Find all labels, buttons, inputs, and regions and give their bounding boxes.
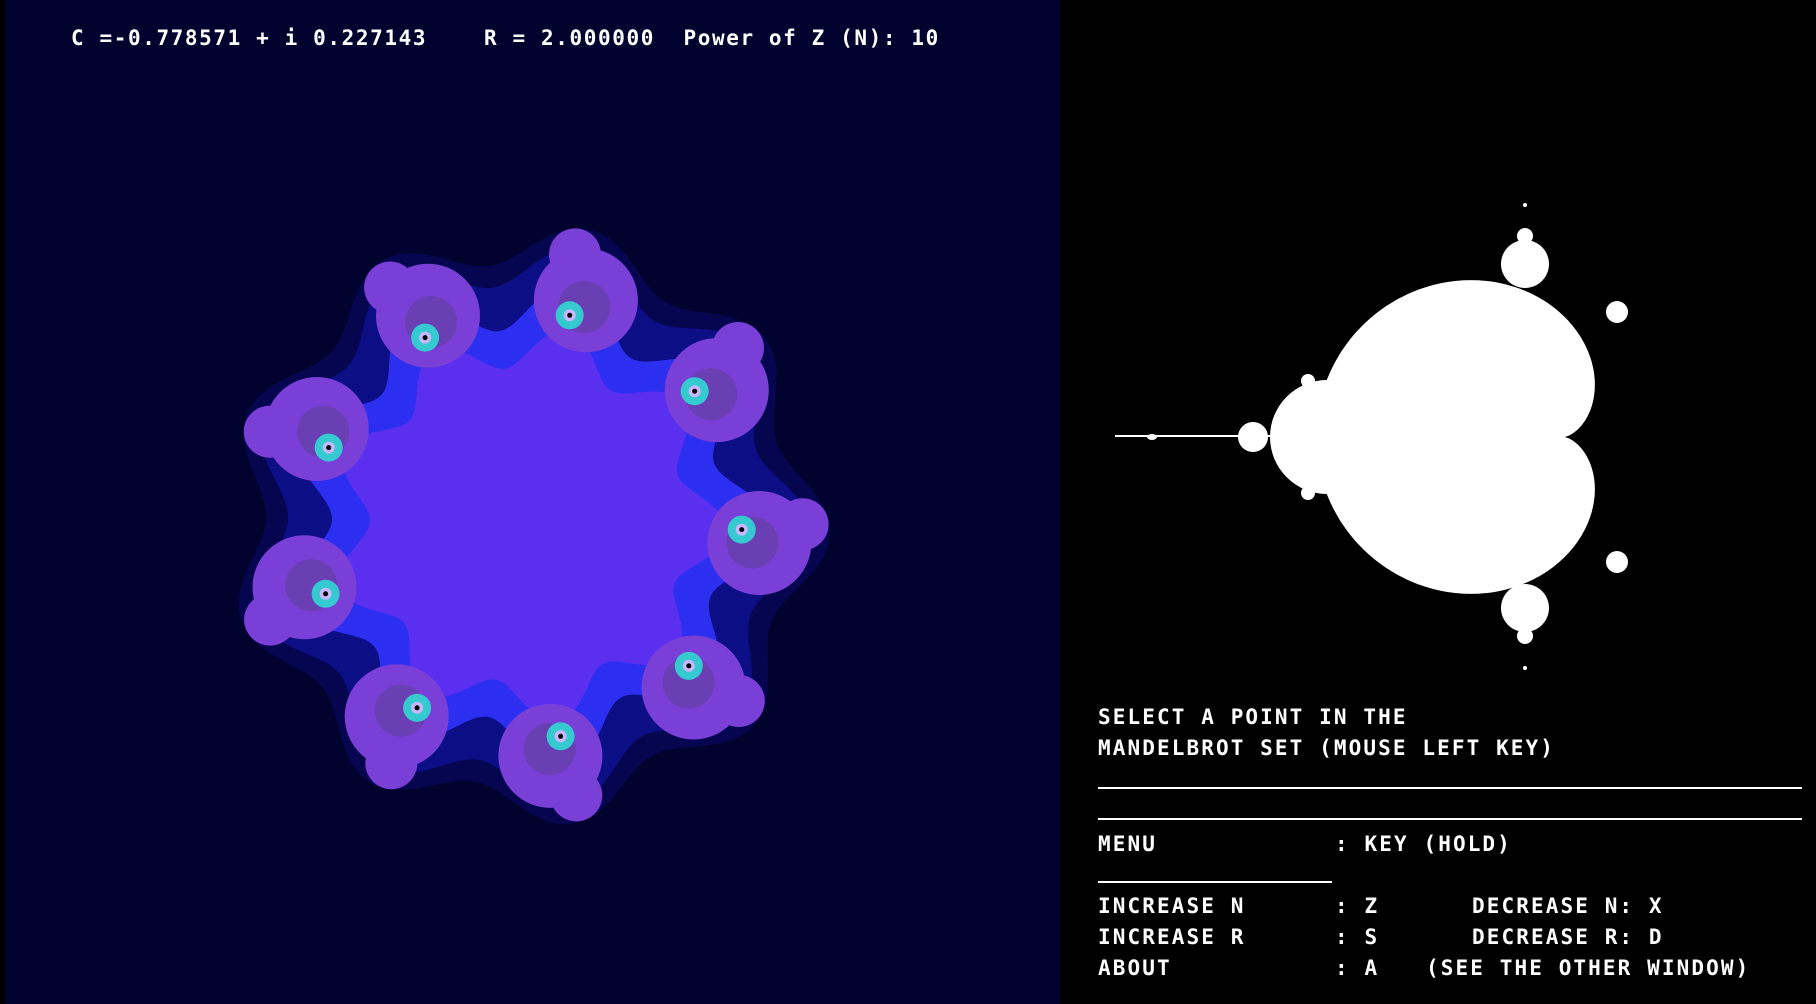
julia-sublobe <box>550 769 603 822</box>
r-value-label: R = 2.000000 <box>484 26 655 50</box>
mandelbrot-filament-dot <box>1523 666 1527 670</box>
julia-detail-dot <box>558 733 564 739</box>
mandelbrot-side-bulb <box>1606 301 1628 323</box>
mandelbrot-side-bulb <box>1301 374 1315 388</box>
julia-detail-dot <box>326 445 332 451</box>
julia-sublobe <box>365 737 418 790</box>
menu-key-a: : A <box>1335 956 1380 980</box>
n-value-label: Power of Z (N): 10 <box>683 26 940 50</box>
mandelbrot-top-bulb-small <box>1517 228 1533 244</box>
julia-sublobe <box>243 405 296 458</box>
menu-header-label: MENU <box>1098 832 1157 856</box>
mandelbrot-bulb-tip <box>1238 422 1268 452</box>
julia-sublobe <box>549 228 601 281</box>
c-value-label: C =-0.778571 + i 0.227143 <box>70 26 428 50</box>
instruction-line-2: MANDELBROT SET (MOUSE LEFT KEY) <box>1098 736 1556 760</box>
status-bar: C =-0.778571 + i 0.227143 R = 2.000000 P… <box>14 2 940 74</box>
menu-row-about: ABOUT <box>1098 956 1172 980</box>
menu-key-z: : Z <box>1335 894 1380 918</box>
menu-underline <box>1098 881 1332 883</box>
julia-sublobe <box>712 675 765 727</box>
julia-sublobe <box>364 261 417 314</box>
menu-key-s: : S <box>1335 925 1380 949</box>
mandelbrot-cardioid <box>1316 280 1595 594</box>
julia-sublobe <box>244 593 297 646</box>
julia-sublobe <box>712 322 764 374</box>
julia-detail-dot <box>323 591 329 597</box>
julia-detail-dot <box>422 335 428 341</box>
julia-sublobe <box>776 498 829 551</box>
mandelbrot-filament-dot <box>1523 203 1527 207</box>
menu-decrease-r: DECREASE R: D <box>1472 925 1664 949</box>
mandelbrot-antenna <box>1115 435 1295 437</box>
divider-1 <box>1098 787 1802 789</box>
mandelbrot-bottom-bulb <box>1501 584 1549 632</box>
julia-detail-dot <box>692 388 698 394</box>
julia-detail-dot <box>686 663 692 669</box>
mandelbrot-side-bulb <box>1430 562 1448 580</box>
menu-about-note: (SEE THE OTHER WINDOW) <box>1426 956 1751 980</box>
julia-set-view: C =-0.778571 + i 0.227143 R = 2.000000 P… <box>0 0 1060 1004</box>
mandelbrot-minibrot <box>1147 434 1157 440</box>
mandelbrot-panel: SELECT A POINT IN THE MANDELBROT SET (MO… <box>1060 0 1816 1004</box>
divider-2 <box>1098 818 1802 820</box>
mandelbrot-bottom-bulb-small <box>1517 628 1533 644</box>
instruction-line-1: SELECT A POINT IN THE <box>1098 705 1408 729</box>
julia-detail-dot <box>739 527 745 533</box>
julia-set-fractal <box>239 228 830 825</box>
julia-detail-dot <box>414 705 420 711</box>
menu-header-key: : KEY (HOLD) <box>1335 832 1512 856</box>
julia-detail-dot <box>567 312 573 318</box>
mandelbrot-side-bulb <box>1301 486 1315 500</box>
menu-decrease-n: DECREASE N: X <box>1472 894 1664 918</box>
mandelbrot-top-bulb <box>1501 240 1549 288</box>
menu-row-increase-n: INCREASE N <box>1098 894 1246 918</box>
mandelbrot-side-bulb <box>1606 551 1628 573</box>
mandelbrot-side-bulb <box>1430 294 1448 312</box>
menu-row-increase-r: INCREASE R <box>1098 925 1246 949</box>
